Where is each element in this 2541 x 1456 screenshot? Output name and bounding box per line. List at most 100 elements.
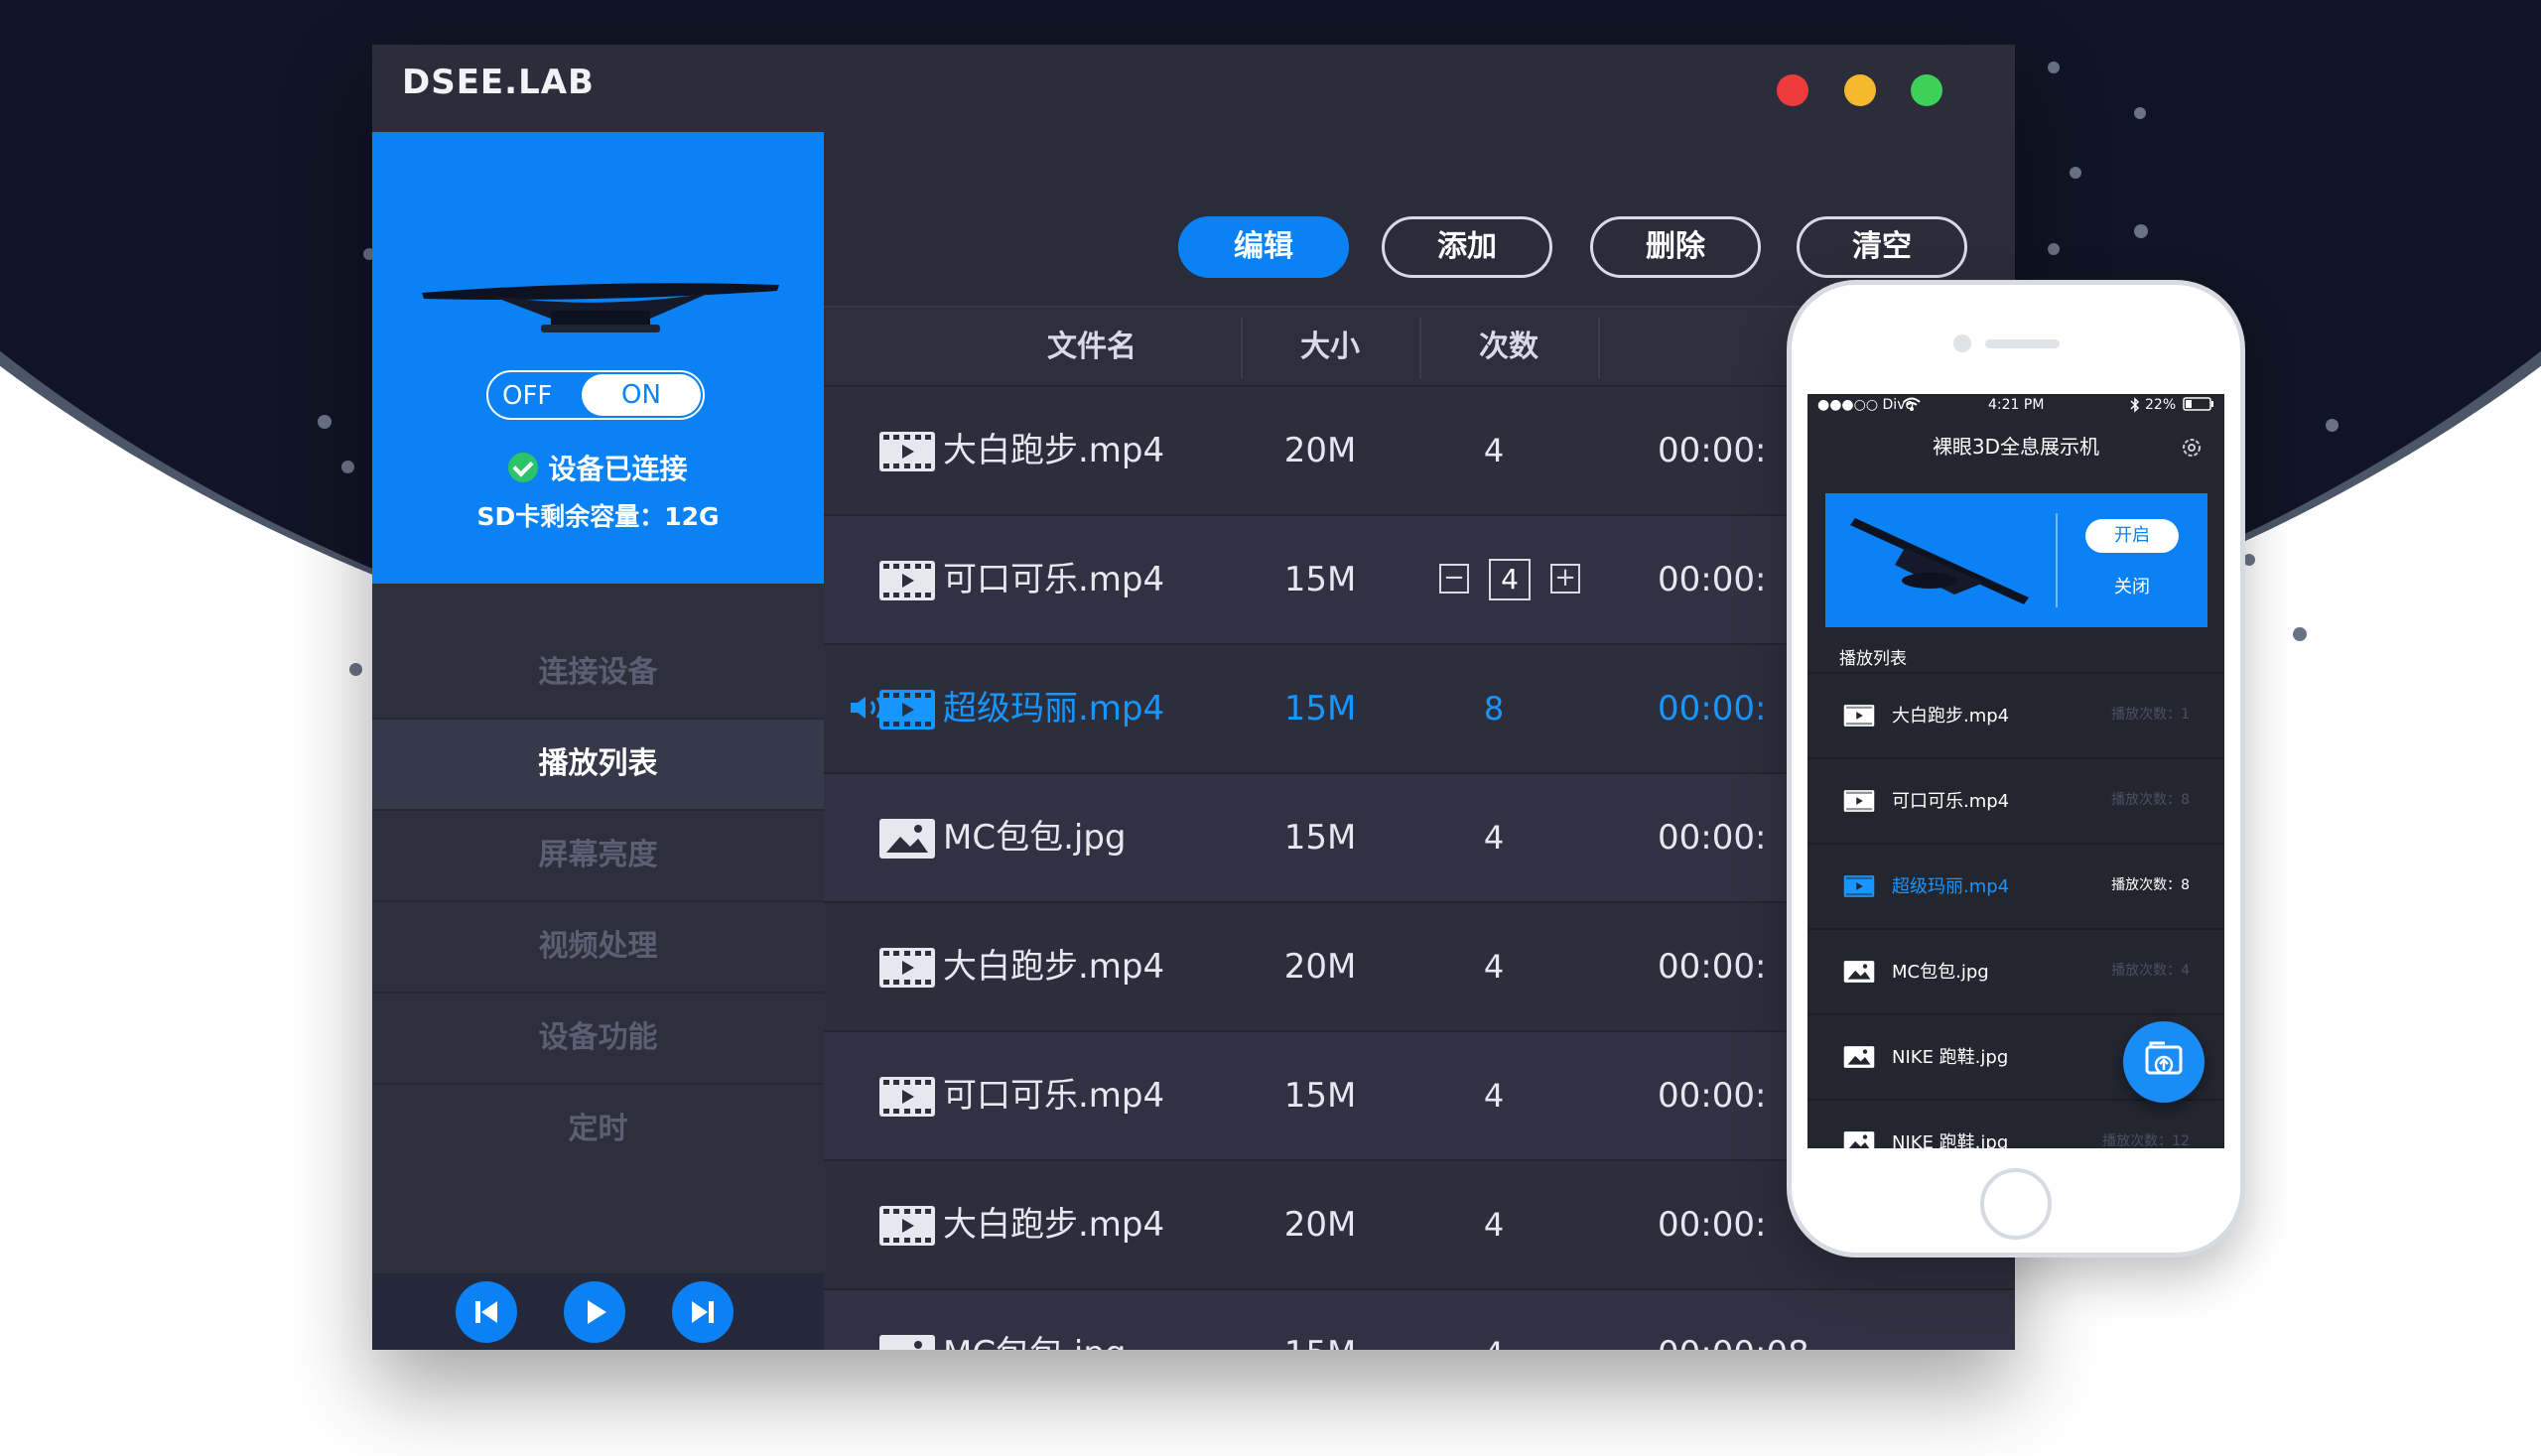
increment-button[interactable]: + bbox=[1550, 564, 1580, 594]
file-size: 20M bbox=[1283, 431, 1357, 470]
phone-file-name: 可口可乐.mp4 bbox=[1892, 791, 2010, 812]
sidebar: OFF ON 设备已连接 SD卡剩余容量：12G 连接设备 播放列表 屏幕亮度 … bbox=[372, 132, 824, 1350]
file-size: 20M bbox=[1283, 1205, 1357, 1245]
phone-list-item[interactable]: 大白跑步.mp4 播放次数：1 bbox=[1807, 672, 2224, 759]
star bbox=[2326, 419, 2339, 432]
file-size: 15M bbox=[1241, 1290, 1400, 1350]
phone-list-item[interactable]: NIKE 跑鞋.jpg 播放次数：12 bbox=[1807, 1099, 2224, 1148]
phone-open-button[interactable]: 开启 bbox=[2085, 519, 2179, 553]
battery-icon bbox=[2183, 397, 2214, 415]
app-title: DSEE.LAB bbox=[402, 63, 595, 102]
phone-file-name: 大白跑步.mp4 bbox=[1892, 706, 2010, 727]
clock: 4:21 PM bbox=[1988, 397, 2045, 413]
column-header-size[interactable]: 大小 bbox=[1241, 308, 1419, 387]
phone-play-count: 播放次数：12 bbox=[2102, 1133, 2190, 1148]
sidebar-item-device-functions[interactable]: 设备功能 bbox=[372, 993, 824, 1085]
phone-play-count: 播放次数：1 bbox=[2111, 707, 2190, 723]
file-size: 15M bbox=[1283, 818, 1357, 858]
phone-page-title: 裸眼3D全息展示机 bbox=[1932, 435, 2100, 459]
sidebar-item-playlist[interactable]: 播放列表 bbox=[372, 720, 824, 811]
sidebar-item-timer[interactable]: 定时 bbox=[372, 1085, 824, 1174]
sidebar-item-brightness[interactable]: 屏幕亮度 bbox=[372, 811, 824, 902]
star bbox=[2134, 107, 2146, 119]
video-file-icon bbox=[878, 1075, 936, 1119]
phone-close-button[interactable]: 关闭 bbox=[2085, 573, 2179, 598]
app-window: DSEE.LAB OFF ON 设备已连接 SD卡剩余容量：12G 连接设备 播… bbox=[372, 45, 2015, 1350]
column-header-filename[interactable]: 文件名 bbox=[943, 308, 1241, 387]
star bbox=[2134, 224, 2148, 238]
divider bbox=[2056, 513, 2058, 607]
image-file-icon bbox=[878, 1333, 936, 1350]
next-button[interactable] bbox=[672, 1281, 734, 1343]
file-size: 15M bbox=[1283, 560, 1357, 599]
phone-file-name: MC包包.jpg bbox=[1892, 962, 1989, 983]
clear-button[interactable]: 清空 bbox=[1797, 216, 1967, 278]
toggle-on-label: ON bbox=[582, 374, 701, 416]
maximize-window-button[interactable] bbox=[1911, 74, 1942, 106]
player-controls bbox=[372, 1273, 824, 1350]
count-input[interactable]: 4 bbox=[1489, 559, 1531, 600]
minimize-window-button[interactable] bbox=[1844, 74, 1876, 106]
file-name: 大白跑步.mp4 bbox=[943, 947, 1165, 987]
video-file-icon bbox=[878, 688, 936, 731]
phone-play-count: 播放次数：4 bbox=[2111, 963, 2190, 979]
file-name: MC包包.jpg bbox=[943, 1290, 1280, 1350]
previous-button[interactable] bbox=[456, 1281, 517, 1343]
settings-gear-icon[interactable] bbox=[2180, 436, 2204, 463]
file-name: 大白跑步.mp4 bbox=[943, 431, 1165, 470]
check-circle-icon bbox=[508, 453, 539, 482]
video-file-icon bbox=[1842, 789, 1876, 813]
phone-list-item[interactable]: MC包包.jpg 播放次数：4 bbox=[1807, 928, 2224, 1015]
phone-screen: ●●●○○ Divo 4:21 PM 22% 裸眼3D全息展示机 开启 关闭 播… bbox=[1807, 394, 2224, 1148]
play-button[interactable] bbox=[564, 1281, 625, 1343]
skip-next-icon bbox=[692, 1301, 714, 1323]
duration: 00:00:08 bbox=[1658, 1290, 1856, 1350]
connection-status: 设备已连接 bbox=[372, 448, 824, 487]
upload-button[interactable] bbox=[2123, 1021, 2205, 1103]
phone-list-item[interactable]: 可口可乐.mp4 播放次数：8 bbox=[1807, 757, 2224, 845]
decrement-button[interactable]: − bbox=[1439, 564, 1469, 594]
phone-list-item[interactable]: 超级玛丽.mp4 播放次数：8 bbox=[1807, 843, 2224, 930]
skip-previous-icon bbox=[475, 1301, 497, 1323]
video-file-icon bbox=[878, 946, 936, 990]
sidebar-item-video-processing[interactable]: 视频处理 bbox=[372, 902, 824, 993]
title-bar: DSEE.LAB bbox=[372, 45, 2015, 132]
phone-file-name: 超级玛丽.mp4 bbox=[1892, 876, 2010, 897]
upload-folder-icon bbox=[2145, 1041, 2183, 1075]
phone-section-title: 播放列表 bbox=[1839, 649, 1907, 669]
device-panel: OFF ON 设备已连接 SD卡剩余容量：12G bbox=[372, 132, 824, 584]
star bbox=[2293, 627, 2307, 641]
play-count: 8 bbox=[1483, 690, 1505, 728]
connection-status-text: 设备已连接 bbox=[548, 453, 688, 485]
image-file-icon bbox=[1842, 1045, 1876, 1069]
play-count: 4 bbox=[1483, 1206, 1505, 1244]
front-camera bbox=[1953, 334, 1971, 352]
add-button[interactable]: 添加 bbox=[1382, 216, 1552, 278]
delete-button[interactable]: 删除 bbox=[1590, 216, 1761, 278]
play-count: 4 bbox=[1483, 948, 1505, 986]
star bbox=[349, 663, 362, 676]
star bbox=[341, 461, 354, 473]
image-file-icon bbox=[1842, 1130, 1876, 1148]
star bbox=[2048, 243, 2060, 255]
close-window-button[interactable] bbox=[1777, 74, 1808, 106]
video-file-icon bbox=[878, 559, 936, 602]
table-row[interactable]: MC包包.jpg15M4 00:00:08 bbox=[824, 1288, 2015, 1350]
power-toggle[interactable]: OFF ON bbox=[486, 370, 705, 420]
home-button[interactable] bbox=[1980, 1168, 2052, 1240]
play-icon bbox=[588, 1300, 606, 1324]
battery-percent: 22% bbox=[2145, 397, 2177, 413]
edit-button[interactable]: 编辑 bbox=[1178, 216, 1349, 278]
play-count: 4 bbox=[1483, 1077, 1505, 1115]
phone-file-name: NIKE 跑鞋.jpg bbox=[1892, 1132, 2009, 1148]
sidebar-item-connect-device[interactable]: 连接设备 bbox=[372, 628, 824, 720]
phone-device-panel: 开启 关闭 bbox=[1825, 493, 2207, 627]
file-name: 超级玛丽.mp4 bbox=[943, 689, 1165, 728]
star bbox=[2070, 167, 2081, 179]
phone-play-count: 播放次数：8 bbox=[2111, 792, 2190, 808]
phone-mockup: ●●●○○ Divo 4:21 PM 22% 裸眼3D全息展示机 开启 关闭 播… bbox=[1787, 280, 2245, 1257]
column-header-count[interactable]: 次数 bbox=[1419, 308, 1598, 387]
file-size: 15M bbox=[1283, 1076, 1357, 1116]
file-size: 20M bbox=[1283, 947, 1357, 987]
hologram-device-icon bbox=[422, 283, 779, 332]
